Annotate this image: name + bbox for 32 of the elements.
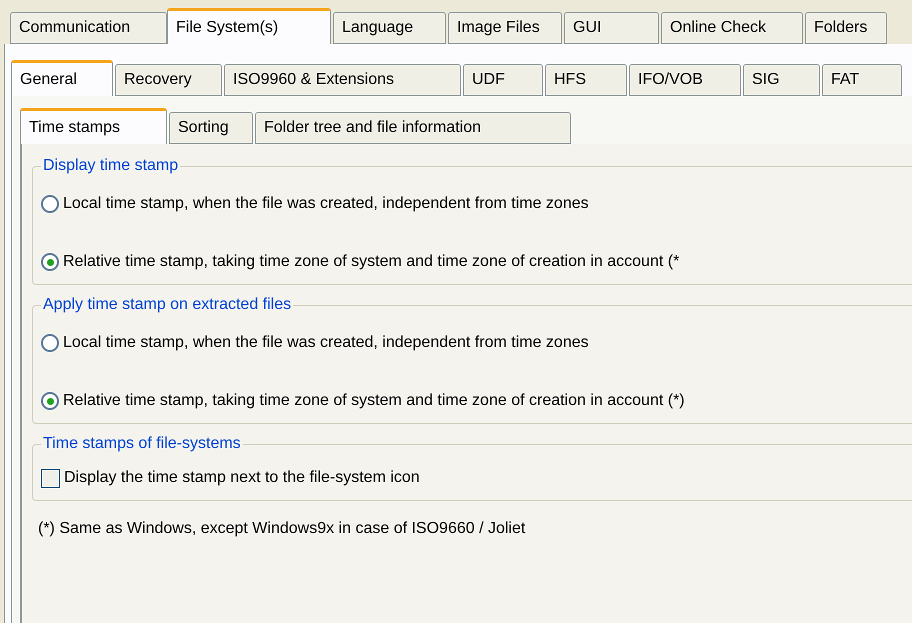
tab[interactable]: UDF — [463, 64, 543, 96]
option-label: Relative time stamp, taking time zone of system and time zone of creation in account (* — [63, 252, 680, 272]
tab[interactable]: Language — [333, 12, 446, 44]
checkbox[interactable] — [41, 468, 60, 488]
tab[interactable]: IFO/VOB — [629, 64, 741, 96]
tab[interactable]: GUI — [564, 12, 659, 44]
tab[interactable]: HFS — [545, 64, 627, 96]
radio-button[interactable] — [41, 334, 59, 352]
tab[interactable]: Folder tree and file information — [255, 112, 571, 144]
option-label: Display the time stamp next to the file-system icon — [64, 468, 420, 488]
tab[interactable]: Online Check — [661, 12, 803, 44]
tab[interactable]: ISO9960 & Extensions — [224, 64, 461, 96]
option-label: Local time stamp, when the file was created, independent from time zones — [63, 333, 589, 353]
tab[interactable]: Communication — [10, 12, 167, 44]
option-label: Relative time stamp, taking time zone of system and time zone of creation in account (*) — [63, 391, 685, 411]
tab[interactable]: Recovery — [115, 64, 222, 96]
tab[interactable]: Sorting — [169, 112, 253, 144]
radio-button[interactable] — [41, 195, 59, 213]
option-label: Local time stamp, when the file was created, independent from time zones — [63, 194, 589, 214]
radio-button[interactable] — [41, 253, 59, 271]
tab[interactable]: Image Files — [448, 12, 562, 44]
tab[interactable]: File System(s) — [167, 8, 331, 44]
group-title: Apply time stamp on extracted files — [42, 295, 292, 315]
tab[interactable]: SIG — [743, 64, 820, 96]
group-title: Display time stamp — [42, 156, 180, 176]
tab[interactable]: Folders — [805, 12, 887, 44]
group-title: Time stamps of file-systems — [42, 434, 242, 454]
tab[interactable]: Time stamps — [20, 108, 167, 144]
tab[interactable]: FAT — [822, 64, 902, 96]
tab[interactable]: General — [11, 60, 113, 96]
radio-button[interactable] — [41, 392, 59, 410]
footnote: (*) Same as Windows, except Windows9x in case of ISO9660 / Joliet — [37, 519, 526, 539]
